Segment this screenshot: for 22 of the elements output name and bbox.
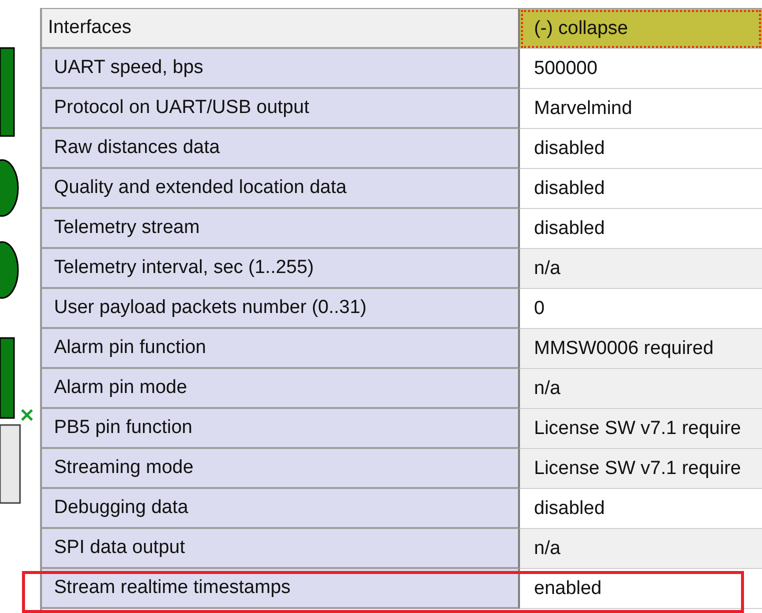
property-label: Alarm pin function xyxy=(42,329,520,369)
property-value[interactable]: n/a xyxy=(520,529,762,569)
property-label: Telemetry interval, sec (1..255) xyxy=(42,249,520,289)
property-label: Quality and extended location data xyxy=(42,169,520,209)
property-label: SPI data output xyxy=(42,529,520,569)
property-label: Alarm pin mode xyxy=(42,369,520,409)
collapse-button[interactable]: (-) collapse xyxy=(520,9,762,49)
property-label: UART speed, bps xyxy=(42,49,520,89)
property-label: Raw distances data xyxy=(42,129,520,169)
property-value[interactable]: License SW v7.1 require xyxy=(520,449,762,489)
property-label: Stream realtime timestamps xyxy=(42,569,520,609)
property-label: PB5 pin function xyxy=(42,409,520,449)
property-value[interactable]: MMSW0006 required xyxy=(520,329,762,369)
property-value[interactable]: License SW v7.1 require xyxy=(520,409,762,449)
property-label: Telemetry stream xyxy=(42,209,520,249)
section-title: Interfaces xyxy=(42,9,520,49)
property-label: User payload packets number (0..31) xyxy=(42,289,520,329)
property-value[interactable]: n/a xyxy=(520,249,762,289)
property-label: Protocol on UART/USB output xyxy=(42,89,520,129)
property-value[interactable]: n/a xyxy=(520,369,762,409)
property-label: Debugging data xyxy=(42,489,520,529)
property-label: Streaming mode xyxy=(42,449,520,489)
